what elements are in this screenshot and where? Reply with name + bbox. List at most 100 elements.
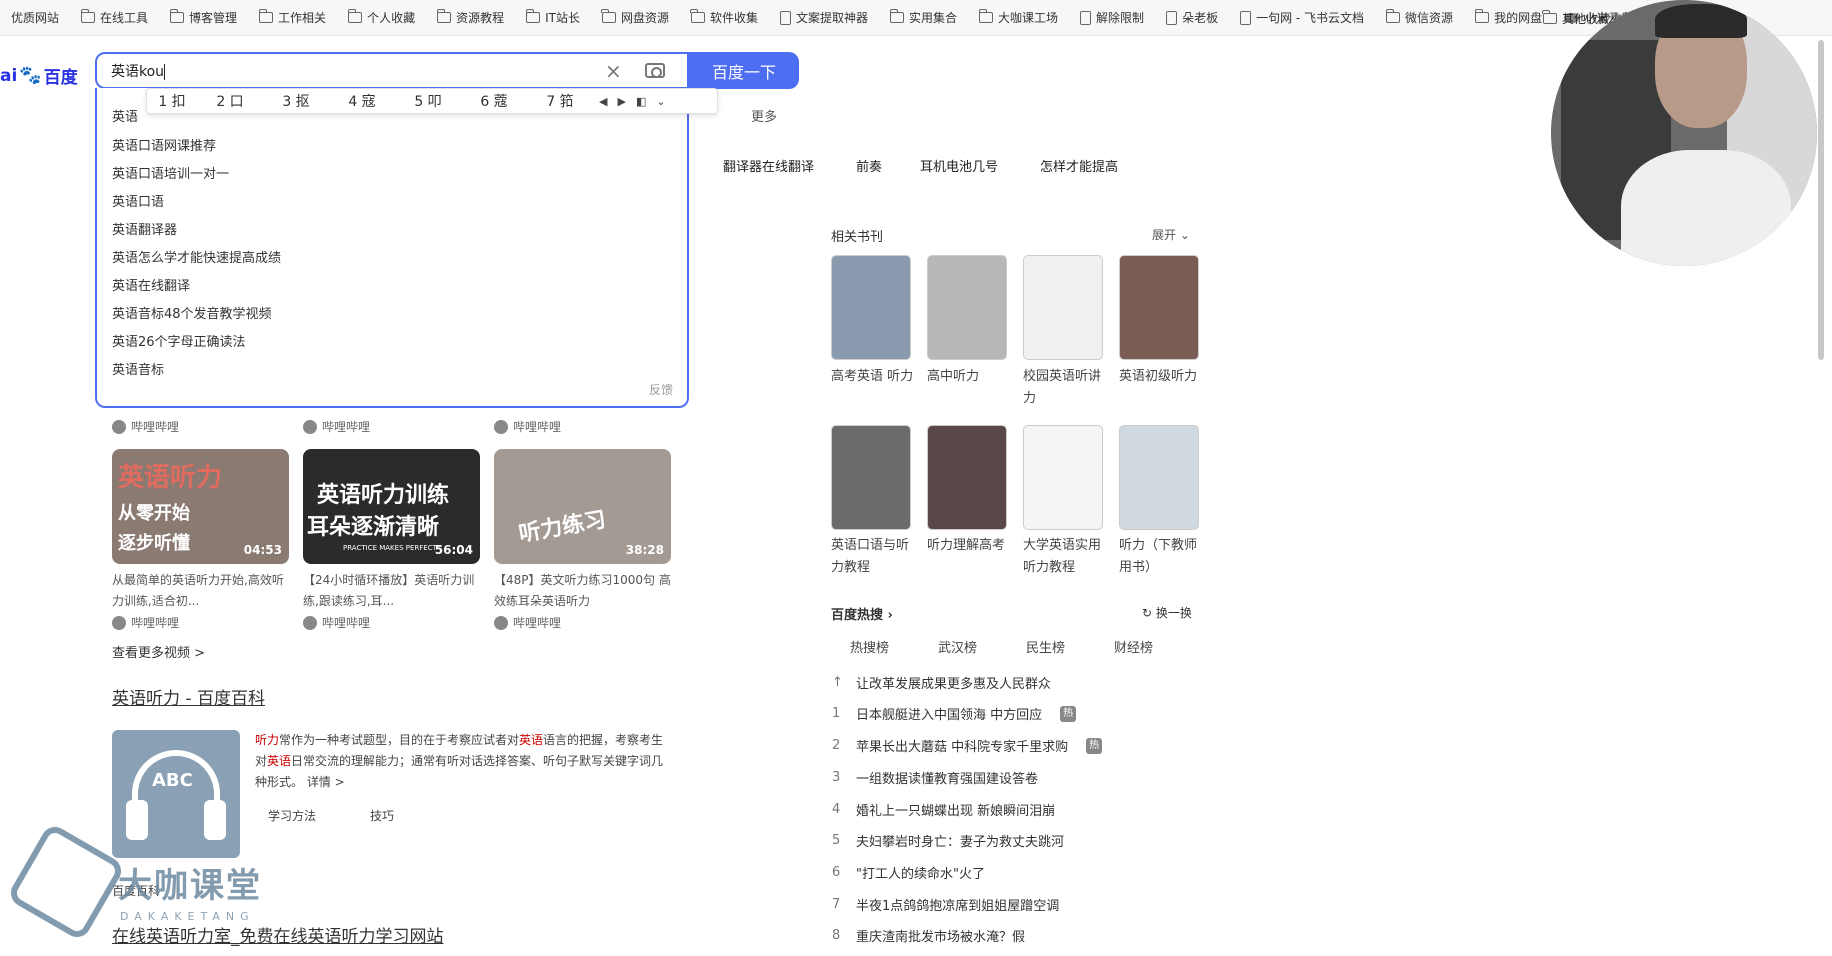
bookmark-folder[interactable]: IT站长 xyxy=(515,0,591,35)
bookmark-item[interactable]: 优质网站 xyxy=(0,0,70,35)
bookmark-item[interactable]: 解除限制 xyxy=(1069,0,1155,35)
book-title[interactable]: 高考英语 听力 xyxy=(831,366,921,388)
hot-tab[interactable]: 民生榜 xyxy=(1026,637,1065,656)
video-caption[interactable]: 【48P】英文听力练习1000句 高效练耳朵英语听力 xyxy=(494,570,674,612)
book-cover[interactable] xyxy=(1119,255,1199,360)
suggestion-item[interactable]: 英语怎么学才能快速提高成绩 xyxy=(112,247,281,266)
video-duration: 38:28 xyxy=(625,543,664,557)
hot-tab[interactable]: 财经榜 xyxy=(1114,637,1153,656)
result-title[interactable]: 在线英语听力室_免费在线英语听力学习网站 xyxy=(112,922,444,947)
video-thumbnail[interactable]: 英语听力 从零开始 逐步听懂 04:53 xyxy=(112,449,289,564)
video-thumbnail[interactable]: 听力练习 38:28 xyxy=(494,449,671,564)
nav-more[interactable]: 更多 xyxy=(751,106,777,125)
suggestion-item[interactable]: 英语口语 xyxy=(112,191,164,210)
hot-item[interactable]: 5 夫妇攀岩时身亡：妻子为救丈夫跳河 xyxy=(832,831,1064,850)
book-cover[interactable] xyxy=(1023,425,1103,530)
suggestion-item[interactable]: 英语口语培训一对一 xyxy=(112,163,229,182)
book-cover[interactable] xyxy=(831,425,911,530)
hot-tab[interactable]: 热搜榜 xyxy=(850,637,889,656)
suggestion-item[interactable]: 英语音标 xyxy=(112,359,164,378)
bookmark-item[interactable]: 文案提取神器 xyxy=(769,0,879,35)
close-icon[interactable]: × xyxy=(605,59,622,83)
result-title[interactable]: 英语听力 - 百度百科 xyxy=(112,684,265,709)
ime-candidate[interactable]: 6 蔻 xyxy=(461,91,527,111)
suggestion-item[interactable]: 英语26个字母正确读法 xyxy=(112,331,246,350)
hot-item[interactable]: 2 苹果长出大蘑菇 中科院专家千里求购热 xyxy=(832,736,1103,755)
book-title[interactable]: 听力理解高考 xyxy=(927,535,1017,557)
watermark-logo-icon xyxy=(5,821,127,943)
video-caption[interactable]: 从最简单的英语听力开始,高效听力训练,适合初... xyxy=(112,570,292,612)
folder-icon xyxy=(169,9,185,23)
book-cover[interactable] xyxy=(927,425,1007,530)
chevron-down-icon[interactable]: ⌄ xyxy=(656,95,665,108)
book-title[interactable]: 听力（下教师用书） xyxy=(1119,535,1209,579)
book-title[interactable]: 英语初级听力 xyxy=(1119,366,1209,388)
hot-item[interactable]: 6 "打工人的续命水"火了 xyxy=(832,863,985,882)
ime-toggle-icon[interactable]: ◧ xyxy=(636,95,646,108)
ime-candidate[interactable]: 3 抠 xyxy=(263,91,329,111)
hot-item[interactable]: ↑ 让改革发展成果更多惠及人民群众 xyxy=(832,673,1051,692)
bookmark-folder[interactable]: 软件收集 xyxy=(680,0,769,35)
hot-item[interactable]: 1 日本舰艇进入中国领海 中方回应热 xyxy=(832,704,1077,723)
bookmark-item[interactable]: 一句网 - 飞书云文档 xyxy=(1229,0,1375,35)
hot-tab[interactable]: 武汉榜 xyxy=(938,637,977,656)
hot-item[interactable]: 7 半夜1点鸽鸽抱凉席到姐姐屋蹭空调 xyxy=(832,895,1059,914)
bookmark-folder[interactable]: 我的网盘 xyxy=(1464,0,1553,35)
video-caption[interactable]: 【24小时循环播放】英语听力训练,跟读练习,耳... xyxy=(303,570,483,612)
expand-button[interactable]: 展开 ⌄ xyxy=(1152,226,1190,243)
image-label: ABC xyxy=(152,770,193,791)
bookmark-item[interactable]: 朵老板 xyxy=(1155,0,1229,35)
bookmark-folder[interactable]: 博客管理 xyxy=(159,0,248,35)
suggestion-item[interactable]: 英语翻译器 xyxy=(112,219,177,238)
bookmark-folder[interactable]: 微信资源 xyxy=(1375,0,1464,35)
refresh-button[interactable]: ↻ 换一换 xyxy=(1142,604,1192,621)
search-box[interactable]: 英语kou × xyxy=(95,52,689,89)
result-tab[interactable]: 学习方法 xyxy=(268,807,316,824)
ime-candidate[interactable]: 5 叩 xyxy=(395,91,461,111)
result-tab[interactable]: 技巧 xyxy=(370,807,394,824)
book-cover[interactable] xyxy=(1119,425,1199,530)
feedback-link[interactable]: 反馈 xyxy=(649,381,673,398)
ime-candidate[interactable]: 7 筘 xyxy=(527,91,593,111)
ime-candidate[interactable]: 4 寇 xyxy=(329,91,395,111)
book-cover[interactable] xyxy=(831,255,911,360)
search-input[interactable]: 英语kou xyxy=(111,61,166,81)
hot-item[interactable]: 8 重庆渣南批发市场被水淹？假 xyxy=(832,926,1025,945)
scrollbar[interactable] xyxy=(1818,40,1824,360)
baidu-logo[interactable]: ai 🐾 百度 xyxy=(0,63,78,88)
ime-candidate[interactable]: 1 扣 xyxy=(147,91,197,111)
detail-link[interactable]: 详情 > xyxy=(307,775,345,789)
video-thumbnail[interactable]: 英语听力训练 耳朵逐渐清晰 PRACTICE MAKES PERFECT 56:… xyxy=(303,449,480,564)
suggestion-item[interactable]: 英语 xyxy=(112,106,138,125)
bookmark-folder[interactable]: 资源教程 xyxy=(426,0,515,35)
hot-list-title[interactable]: 百度热搜 › xyxy=(831,604,893,623)
suggestion-item[interactable]: 英语音标48个发音教学视频 xyxy=(112,303,272,322)
hot-item[interactable]: 3 一组数据读懂教育强国建设答卷 xyxy=(832,768,1038,787)
book-title[interactable]: 校园英语听讲力 xyxy=(1023,366,1113,410)
next-page-icon[interactable]: ▶ xyxy=(617,95,625,108)
bookmark-folder[interactable]: 网盘资源 xyxy=(591,0,680,35)
related-search-item[interactable]: 前奏 xyxy=(856,156,882,175)
book-cover[interactable] xyxy=(1023,255,1103,360)
hot-item[interactable]: 4 婚礼上一只蝴蝶出现 新娘瞬间泪崩 xyxy=(832,800,1055,819)
bookmark-folder[interactable]: 实用集合 xyxy=(879,0,968,35)
related-search-item[interactable]: 耳机电池几号 xyxy=(920,156,998,175)
suggestion-item[interactable]: 英语口语网课推荐 xyxy=(112,135,216,154)
search-button[interactable]: 百度一下 xyxy=(689,52,799,89)
book-title[interactable]: 大学英语实用听力教程 xyxy=(1023,535,1113,579)
related-search-item[interactable]: 翻译器在线翻译 xyxy=(723,156,814,175)
prev-page-icon[interactable]: ◀ xyxy=(599,95,607,108)
bookmark-folder[interactable]: 工作相关 xyxy=(248,0,337,35)
related-search-item[interactable]: 怎样才能提高 xyxy=(1040,156,1118,175)
book-cover[interactable] xyxy=(927,255,1007,360)
see-more-videos-link[interactable]: 查看更多视频 > xyxy=(112,642,205,661)
bookmark-folder[interactable]: 大咖课工场 xyxy=(968,0,1069,35)
paw-icon: 🐾 xyxy=(19,65,42,86)
bookmark-folder[interactable]: 个人收藏 xyxy=(337,0,426,35)
book-title[interactable]: 英语口语与听力教程 xyxy=(831,535,921,579)
camera-icon[interactable] xyxy=(645,63,665,78)
ime-candidate[interactable]: 2 口 xyxy=(197,91,263,111)
bookmark-folder[interactable]: 在线工具 xyxy=(70,0,159,35)
suggestion-item[interactable]: 英语在线翻译 xyxy=(112,275,190,294)
book-title[interactable]: 高中听力 xyxy=(927,366,1017,388)
